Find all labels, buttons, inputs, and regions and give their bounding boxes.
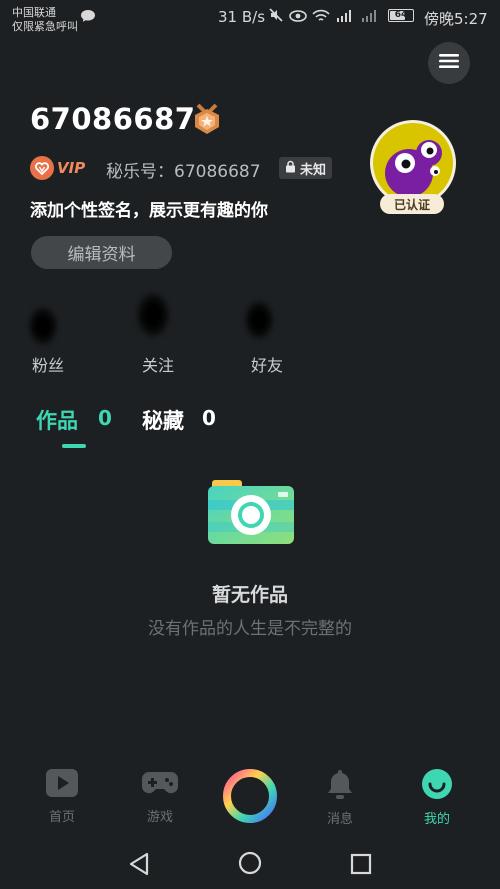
nav-me-label: 我的: [423, 812, 450, 827]
bell-icon: [325, 770, 355, 804]
back-icon[interactable]: [128, 852, 150, 880]
gamepad-icon: [141, 772, 179, 802]
nav-create-button[interactable]: [222, 768, 278, 824]
signal-x-icon: [360, 8, 378, 27]
home-icon[interactable]: [238, 851, 262, 879]
vip-badge[interactable]: VIP: [30, 156, 85, 180]
tab-works-count: 0: [98, 406, 112, 430]
username: 67086687: [30, 102, 196, 136]
eye-icon: [289, 8, 307, 27]
friends-label[interactable]: 好友: [251, 352, 283, 376]
signal-4g-icon: [335, 8, 355, 27]
smile-icon: [421, 769, 453, 804]
nav-home-label: 首页: [48, 810, 75, 825]
fans-count-redacted[interactable]: [28, 306, 58, 346]
recent-apps-icon[interactable]: [350, 853, 372, 879]
battery-percent: 64: [394, 10, 408, 20]
nav-messages-label: 消息: [326, 812, 353, 827]
user-id: 秘乐号：67086687: [106, 162, 261, 182]
create-ring-icon: [222, 769, 278, 828]
verified-badge: 已认证: [380, 194, 444, 214]
active-tab-indicator: [62, 444, 86, 448]
fans-label[interactable]: 粉丝: [32, 352, 64, 376]
menu-button[interactable]: [428, 42, 470, 84]
battery-icon: 64: [388, 9, 414, 22]
following-count-redacted[interactable]: [136, 292, 170, 338]
mute-icon: [268, 7, 284, 27]
edit-profile-button[interactable]: 编辑资料: [31, 236, 172, 269]
gender-label: 未知: [300, 162, 327, 178]
tab-works[interactable]: 作品: [36, 405, 78, 435]
tab-favorites[interactable]: 秘藏: [142, 405, 184, 435]
status-icons: [268, 7, 378, 27]
carrier-status: 仅限紧急呼叫: [12, 20, 78, 33]
clock: 傍晚5:27: [424, 10, 488, 28]
gender-badge: 未知: [279, 157, 333, 179]
signature-text[interactable]: 添加个性签名，展示更有趣的你: [30, 196, 268, 221]
empty-state-title: 暂无作品: [211, 584, 288, 606]
lock-icon: [285, 160, 296, 177]
nav-me[interactable]: 我的: [402, 768, 472, 827]
medal-icon[interactable]: [190, 103, 224, 141]
hamburger-icon: [439, 53, 459, 73]
vip-heart-icon: [30, 156, 54, 180]
play-icon: [45, 769, 79, 802]
nav-home[interactable]: 首页: [27, 768, 97, 825]
following-label[interactable]: 关注: [142, 352, 174, 376]
network-speed: 31 B/s: [218, 8, 266, 26]
friends-count-redacted[interactable]: [244, 300, 274, 340]
nav-messages[interactable]: 消息: [305, 768, 375, 827]
empty-state-subtitle: 没有作品的人生是不完整的: [148, 619, 352, 639]
camera-icon: [206, 478, 296, 552]
vip-label: VIP: [57, 159, 86, 177]
chat-notification-icon: [80, 8, 96, 27]
nav-games[interactable]: 游戏: [125, 768, 195, 825]
nav-games-label: 游戏: [146, 810, 173, 825]
wifi-icon: [312, 8, 330, 27]
tab-favorites-count: 0: [202, 406, 216, 430]
